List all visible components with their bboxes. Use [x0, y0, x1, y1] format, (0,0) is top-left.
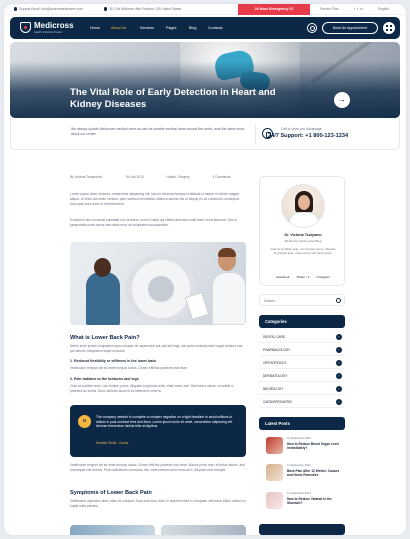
post-thumbnail [266, 464, 283, 481]
list-heading: 2. Pain radiates to the buttocks and leg… [70, 377, 139, 381]
page-frame: Support Email: info@yourwebsitename.com … [4, 4, 406, 535]
author-card: Dr. Victoria Tsuiyamu Medicross Online P… [259, 176, 345, 286]
logo-icon[interactable] [20, 22, 31, 33]
nav-services[interactable]: Services [140, 26, 154, 30]
author-role: Medicross Online Post Blog [284, 239, 322, 243]
author-social-links: Facebook Twitter / X Instagram [260, 275, 346, 279]
mail-icon [14, 7, 18, 11]
sidebar-widget-heading [259, 524, 345, 535]
post-thumbnail [266, 492, 283, 509]
section-heading: Symptoms of Lower Back Pain [70, 490, 152, 496]
brand-tagline: Health & Medical Center [34, 30, 63, 34]
author-bio: Cras ac porttitor ante, non tempor purus… [270, 247, 336, 256]
arrow-right-icon: › [336, 372, 342, 379]
article-paragraph: Vestibulum tempus elit sit amet tempus l… [70, 366, 188, 370]
hero-banner: The Vital Role of Early Detection in Hea… [10, 42, 400, 118]
post-meta: By Victoria Tooapuniko 7th Jan 2024 Heal… [70, 175, 253, 179]
instagram-link[interactable]: Instagram [316, 275, 329, 279]
email-info[interactable]: Support Email: info@yourwebsitename.com [14, 7, 83, 11]
latest-posts-heading: Latest Posts [259, 417, 345, 430]
language-select[interactable]: English [378, 7, 389, 11]
post-comments[interactable]: 3 Comments [212, 175, 230, 179]
author-name[interactable]: Dr. Victoria Tsuiyamu [260, 233, 346, 237]
nav-pages[interactable]: Pages [166, 26, 176, 30]
post-date: 7th Jan 2024 [125, 175, 144, 179]
article-paragraph: Lorem ipsum dolor sit amet, consectetur … [70, 192, 240, 206]
arrow-right-icon: › [336, 398, 342, 405]
article-image [161, 525, 246, 535]
arrow-right-icon: › [336, 385, 342, 392]
post-author[interactable]: By Victoria Tooapuniko [70, 175, 102, 179]
list-heading: 1. Reduced flexibility or stiffness in t… [70, 359, 157, 363]
menu-grid-icon[interactable] [383, 22, 395, 34]
arrow-right-icon: › [336, 346, 342, 353]
post-thumbnail [266, 437, 283, 454]
brand-name[interactable]: Medicross [34, 21, 74, 30]
category-item[interactable]: PHARMACOLOGY › [259, 344, 345, 356]
quote-icon: “ [78, 415, 91, 428]
location-icon [104, 7, 108, 11]
quote-author: Heather Smith - Doctor [96, 441, 129, 445]
categories-heading: Categories [259, 315, 345, 328]
call-label: Call to show you Advantage [281, 127, 322, 131]
hero-title: The Vital Role of Early Detection in Hea… [70, 87, 276, 110]
twitter-link[interactable]: Twitter / X [296, 275, 309, 279]
latest-post-item[interactable]: 12 September 2024 How to Reduce Vatarah … [266, 492, 345, 512]
nav-about[interactable]: About Us [111, 26, 126, 30]
book-appointment-button[interactable]: Book An Appointment [322, 22, 378, 34]
nav-blog[interactable]: Blog [189, 26, 196, 30]
nav-home[interactable]: Home [90, 26, 100, 30]
section-heading: What is Lower Back Pain? [70, 335, 140, 341]
quote-text: The company needed to complete a complex… [96, 415, 233, 429]
category-item[interactable]: NEUROLOGY › [259, 383, 345, 395]
sidebar-search-input[interactable]: Search... [259, 294, 345, 306]
top-info-bar: Support Email: info@yourwebsitename.com … [4, 4, 406, 15]
article-image [70, 525, 155, 535]
category-item[interactable]: DERMATOLOGY › [259, 370, 345, 382]
latest-post-item[interactable]: 12 September 2024 Back Pain After 12 Wee… [266, 464, 345, 484]
social-icons[interactable]: f x in [354, 7, 363, 11]
arrow-right-icon: › [336, 359, 342, 366]
category-item[interactable]: ORTHOPEDICS › [259, 357, 345, 369]
search-icon[interactable] [307, 23, 317, 33]
post-category[interactable]: Health / Surgery [167, 175, 190, 179]
service-plan-link[interactable]: Service Plan [320, 7, 339, 11]
avatar[interactable] [281, 184, 325, 228]
address-info: 311 Old Williams Hills Portland, OR Unit… [104, 7, 181, 11]
blockquote: “ The company needed to complete a compl… [70, 405, 246, 457]
article-paragraph: Cras ac porttitor ante, non tempor purus… [70, 384, 234, 393]
nav-contacts[interactable]: Contacts [208, 26, 223, 30]
article-paragraph: Vestibulum tempus elit sit amet tempus l… [70, 463, 245, 472]
intro-text: We always update Medicross medical news … [71, 127, 245, 136]
search-icon[interactable] [336, 298, 341, 303]
emergency-banner[interactable]: 24 Hour Emergency 01 [238, 4, 310, 15]
latest-post-item[interactable]: 12 September 2024 How to Reduce Blood Su… [266, 437, 345, 457]
article-image [70, 242, 246, 325]
facebook-link[interactable]: Facebook [276, 275, 289, 279]
category-item[interactable]: CARDIOPEDIATRIC › [259, 396, 345, 408]
article-paragraph: Nemo enim ipsam voluptatem quia voluptas… [70, 344, 243, 353]
intro-strip: We always update Medicross medical news … [10, 118, 400, 150]
main-navbar: Medicross Health & Medical Center Home A… [10, 17, 400, 39]
article-paragraph: Excepteur sint occaecat cupidatat non pr… [70, 218, 238, 227]
support-phone[interactable]: 24/7 Support: +1 800-123-1234 [268, 133, 348, 139]
arrow-right-icon: › [336, 333, 342, 340]
slider-next-button[interactable]: → [334, 92, 350, 108]
category-item[interactable]: DENTAL CARE › [259, 331, 345, 343]
article-paragraph: Vestibulum dignissim dolor vitae ex volu… [70, 499, 246, 508]
search-placeholder: Search... [264, 298, 278, 303]
